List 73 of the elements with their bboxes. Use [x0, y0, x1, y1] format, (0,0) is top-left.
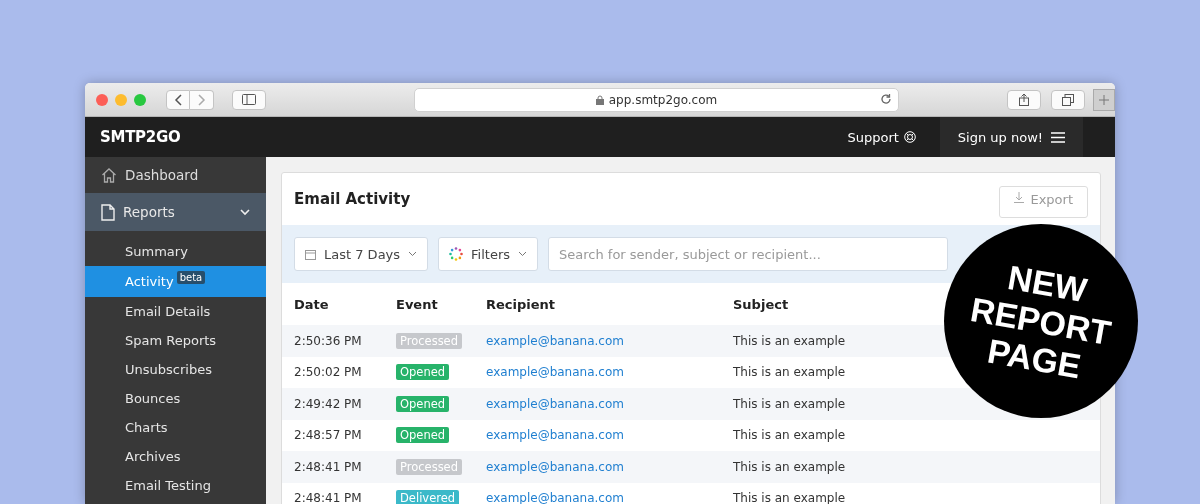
- recipient-link[interactable]: example@banana.com: [486, 428, 624, 443]
- tabs-button[interactable]: [1051, 89, 1085, 110]
- event-tag: Opened: [396, 427, 450, 444]
- lock-icon: [595, 94, 604, 105]
- address-bar[interactable]: app.smtp2go.com: [414, 87, 899, 112]
- table-cell: 2:48:57 PM: [294, 428, 362, 443]
- download-icon: [1014, 192, 1025, 203]
- table-cell: This is an example: [733, 333, 846, 348]
- table-cell: 2:50:36 PM: [294, 333, 362, 348]
- home-icon: [101, 167, 117, 183]
- plus-icon: [1099, 94, 1109, 105]
- table-cell: 2:50:02 PM: [294, 365, 362, 380]
- chevron-icon: [240, 207, 250, 217]
- event-tag: Processed: [396, 332, 462, 349]
- zoom-light[interactable]: [134, 93, 146, 106]
- menu-icon: [1051, 131, 1065, 143]
- search-field[interactable]: Search for sender, subject or recipient...: [548, 237, 949, 271]
- logo[interactable]: SMTP2GO: [100, 128, 848, 146]
- tabs-icon: [1062, 93, 1074, 106]
- new-tab-button[interactable]: [1093, 88, 1115, 111]
- signup-button[interactable]: Sign up now!: [939, 117, 1083, 157]
- sidebar-subitem[interactable]: Spam Reports: [85, 326, 266, 355]
- table-cell: 2:48:41 PM: [294, 459, 362, 474]
- filters-dropdown[interactable]: Filters: [438, 237, 539, 271]
- table-cell: 2:49:42 PM: [294, 396, 362, 411]
- table-cell: 2:48:41 PM: [294, 491, 362, 504]
- caret-icon: [518, 251, 528, 257]
- beta-badge: beta: [176, 271, 206, 284]
- event-tag: Delivered: [396, 490, 460, 504]
- column-header: Recipient: [486, 296, 556, 312]
- sidebar-toggle-button[interactable]: [232, 89, 266, 110]
- event-tag: Opened: [396, 395, 450, 412]
- table-cell: This is an example: [733, 491, 846, 504]
- sidebar-subitem[interactable]: Bounces: [85, 384, 266, 413]
- table-cell: This is an example: [733, 365, 846, 380]
- sidebar-subitem[interactable]: Summary: [85, 237, 266, 266]
- caret-icon: [408, 251, 418, 257]
- date-range-dropdown[interactable]: Last 7 Days: [294, 237, 429, 271]
- recipient-link[interactable]: example@banana.com: [486, 365, 624, 380]
- sidebar-subitem[interactable]: Archives: [85, 442, 266, 471]
- reload-icon[interactable]: [880, 92, 892, 105]
- column-header: Subject: [733, 296, 789, 312]
- panel-title: Email Activity: [294, 190, 411, 208]
- table-cell: This is an example: [733, 396, 846, 411]
- back-icon: [174, 93, 182, 106]
- forward-button[interactable]: [190, 89, 214, 110]
- sidebar-subitem[interactable]: Unsubscribes: [85, 355, 266, 384]
- sidebar-subitem[interactable]: Email Testing: [85, 471, 266, 500]
- sidebar-subitem[interactable]: Email Details: [85, 297, 266, 326]
- share-button[interactable]: [1007, 89, 1041, 110]
- column-header: Date: [294, 296, 329, 312]
- sidebar-icon: [242, 94, 256, 105]
- back-button[interactable]: [166, 89, 190, 110]
- minimize-light[interactable]: [115, 93, 127, 106]
- forward-icon: [197, 93, 206, 106]
- event-tag: Processed: [396, 458, 462, 475]
- column-header: Event: [396, 296, 438, 312]
- lifebuoy-icon: [903, 131, 916, 143]
- calendar-icon: [305, 248, 316, 260]
- share-icon: [1019, 93, 1029, 106]
- support-link[interactable]: Support: [847, 129, 916, 145]
- url-text: app.smtp2go.com: [608, 92, 718, 107]
- event-tag: Opened: [396, 364, 450, 381]
- document-icon: [101, 203, 115, 221]
- table-cell: This is an example: [733, 459, 846, 474]
- close-light[interactable]: [96, 93, 108, 106]
- dotted-circle-icon: [449, 247, 464, 261]
- sidebar-subitem[interactable]: Activity beta: [85, 266, 266, 297]
- recipient-link[interactable]: example@banana.com: [486, 491, 624, 504]
- sidebar-item[interactable]: Reports: [85, 193, 266, 231]
- table-cell: This is an example: [733, 428, 846, 443]
- sidebar-subitem[interactable]: Charts: [85, 413, 266, 442]
- sidebar-item[interactable]: Dashboard: [85, 157, 266, 193]
